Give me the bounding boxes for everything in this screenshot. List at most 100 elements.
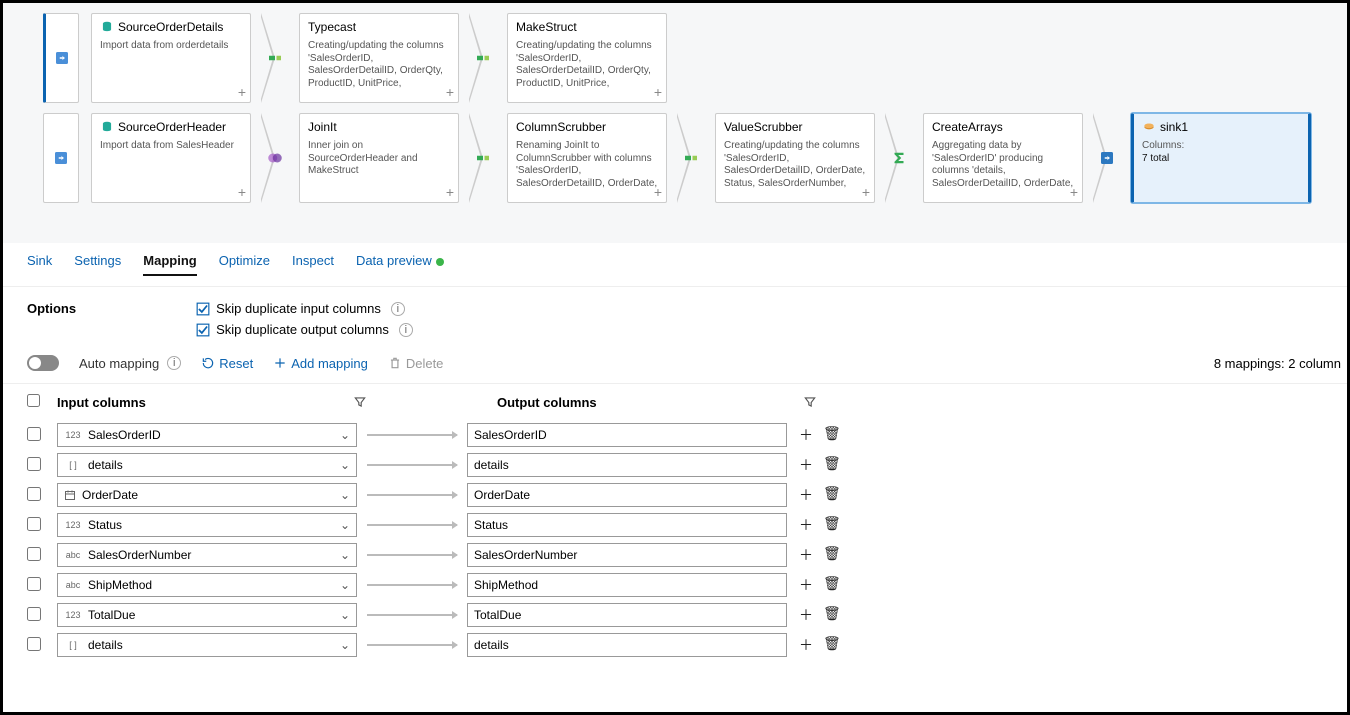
add-sub-mapping-button[interactable]: ＋ <box>799 515 813 535</box>
flow-canvas[interactable]: SourceOrderDetails Import data from orde… <box>3 3 1347 243</box>
input-column-value: details <box>88 638 123 652</box>
filter-icon[interactable] <box>353 395 367 409</box>
node-joinit[interactable]: JoinIt Inner join on SourceOrderHeader a… <box>299 113 459 203</box>
add-sub-mapping-button[interactable]: ＋ <box>799 455 813 475</box>
output-column-input[interactable]: ShipMethod <box>467 573 787 597</box>
node-desc: Creating/updating the columns 'SalesOrde… <box>308 40 450 98</box>
automap-toggle[interactable] <box>27 355 59 371</box>
node-createarrays[interactable]: CreateArrays Aggregating data by 'SalesO… <box>923 113 1083 203</box>
output-column-input[interactable]: TotalDue <box>467 603 787 627</box>
output-column-input[interactable]: details <box>467 453 787 477</box>
source-stub-bottom[interactable] <box>43 113 79 203</box>
node-title: MakeStruct <box>516 20 577 34</box>
input-column-select[interactable]: [ ]details⌄ <box>57 633 357 657</box>
input-column-select[interactable]: 123SalesOrderID⌄ <box>57 423 357 447</box>
mapping-rows: 123SalesOrderID⌄ SalesOrderID ＋ 🗑 [ ]details… <box>3 420 1347 660</box>
input-column-select[interactable]: abcSalesOrderNumber⌄ <box>57 543 357 567</box>
select-all-checkbox[interactable] <box>27 394 40 407</box>
mapping-arrow-icon <box>367 584 457 586</box>
row-checkbox[interactable] <box>27 517 41 531</box>
input-column-select[interactable]: 123Status⌄ <box>57 513 357 537</box>
node-makestruct[interactable]: MakeStruct Creating/updating the columns… <box>507 13 667 103</box>
input-column-value: OrderDate <box>82 488 138 502</box>
tab-mapping[interactable]: Mapping <box>143 253 196 276</box>
input-column-select[interactable]: abcShipMethod⌄ <box>57 573 357 597</box>
node-desc: Aggregating data by 'SalesOrderID' produ… <box>932 140 1074 198</box>
node-sourceorderdetails[interactable]: SourceOrderDetails Import data from orde… <box>91 13 251 103</box>
join-icon <box>266 149 284 167</box>
info-icon[interactable]: i <box>399 323 413 337</box>
checkbox-skip-dup-input[interactable]: Skip duplicate input columns i <box>196 301 413 316</box>
tab-sink[interactable]: Sink <box>27 253 52 276</box>
add-sub-mapping-button[interactable]: ＋ <box>799 575 813 595</box>
chevron-down-icon: ⌄ <box>340 638 350 652</box>
output-column-input[interactable]: Status <box>467 513 787 537</box>
row-checkbox[interactable] <box>27 577 41 591</box>
node-sink1[interactable]: sink1 Columns: 7 total <box>1131 113 1311 203</box>
chevron-down-icon: ⌄ <box>340 488 350 502</box>
info-icon[interactable]: i <box>167 356 181 370</box>
checkbox-skip-dup-output[interactable]: Skip duplicate output columns i <box>196 322 413 337</box>
edge <box>1095 113 1119 203</box>
delete-row-button[interactable]: 🗑 <box>823 515 841 535</box>
tab-optimize[interactable]: Optimize <box>219 253 270 276</box>
output-column-input[interactable]: SalesOrderNumber <box>467 543 787 567</box>
header-output-columns: Output columns <box>497 395 597 410</box>
add-step-icon[interactable]: + <box>654 184 662 200</box>
chevron-down-icon: ⌄ <box>340 428 350 442</box>
add-step-icon[interactable]: + <box>238 84 246 100</box>
input-column-select[interactable]: 123TotalDue⌄ <box>57 603 357 627</box>
add-sub-mapping-button[interactable]: ＋ <box>799 545 813 565</box>
input-column-select[interactable]: OrderDate ⌄ <box>57 483 357 507</box>
row-checkbox[interactable] <box>27 637 41 651</box>
delete-row-button[interactable]: 🗑 <box>823 575 841 595</box>
reset-button[interactable]: Reset <box>201 356 253 371</box>
delete-row-button[interactable]: 🗑 <box>823 455 841 475</box>
type-badge: abc <box>64 580 82 590</box>
row-checkbox[interactable] <box>27 547 41 561</box>
flow-row-bottom: SourceOrderHeader Import data from Sales… <box>13 113 1337 203</box>
add-step-icon[interactable]: + <box>862 184 870 200</box>
output-column-input[interactable]: OrderDate <box>467 483 787 507</box>
node-columnscrubber[interactable]: ColumnScrubber Renaming JoinIt to Column… <box>507 113 667 203</box>
delete-row-button[interactable]: 🗑 <box>823 635 841 655</box>
add-step-icon[interactable]: + <box>446 184 454 200</box>
delete-button[interactable]: Delete <box>388 356 444 371</box>
delete-row-button[interactable]: 🗑 <box>823 485 841 505</box>
node-sourceorderheader[interactable]: SourceOrderHeader Import data from Sales… <box>91 113 251 203</box>
options-label: Options <box>27 301 76 316</box>
node-valuescrubber[interactable]: ValueScrubber Creating/updating the colu… <box>715 113 875 203</box>
tab-settings[interactable]: Settings <box>74 253 121 276</box>
filter-icon[interactable] <box>803 395 817 409</box>
arrow-out-icon <box>1098 149 1116 167</box>
output-column-input[interactable]: SalesOrderID <box>467 423 787 447</box>
delete-row-button[interactable]: 🗑 <box>823 425 841 445</box>
add-step-icon[interactable]: + <box>1070 184 1078 200</box>
check-icon <box>196 323 210 337</box>
delete-row-button[interactable]: 🗑 <box>823 605 841 625</box>
input-column-value: Status <box>88 518 122 532</box>
add-sub-mapping-button[interactable]: ＋ <box>799 605 813 625</box>
edge <box>263 113 287 203</box>
tab-data-preview[interactable]: Data preview <box>356 253 444 276</box>
add-sub-mapping-button[interactable]: ＋ <box>799 635 813 655</box>
tab-inspect[interactable]: Inspect <box>292 253 334 276</box>
output-column-value: OrderDate <box>474 488 530 502</box>
spark-icon <box>266 49 284 67</box>
add-mapping-button[interactable]: Add mapping <box>273 356 368 371</box>
output-column-input[interactable]: details <box>467 633 787 657</box>
add-step-icon[interactable]: + <box>238 184 246 200</box>
input-column-select[interactable]: [ ]details⌄ <box>57 453 357 477</box>
info-icon[interactable]: i <box>391 302 405 316</box>
add-sub-mapping-button[interactable]: ＋ <box>799 425 813 445</box>
row-checkbox[interactable] <box>27 427 41 441</box>
source-stub-top[interactable] <box>43 13 79 103</box>
delete-row-button[interactable]: 🗑 <box>823 545 841 565</box>
add-step-icon[interactable]: + <box>654 84 662 100</box>
row-checkbox[interactable] <box>27 457 41 471</box>
row-checkbox[interactable] <box>27 607 41 621</box>
node-typecast[interactable]: Typecast Creating/updating the columns '… <box>299 13 459 103</box>
add-step-icon[interactable]: + <box>446 84 454 100</box>
row-checkbox[interactable] <box>27 487 41 501</box>
add-sub-mapping-button[interactable]: ＋ <box>799 485 813 505</box>
